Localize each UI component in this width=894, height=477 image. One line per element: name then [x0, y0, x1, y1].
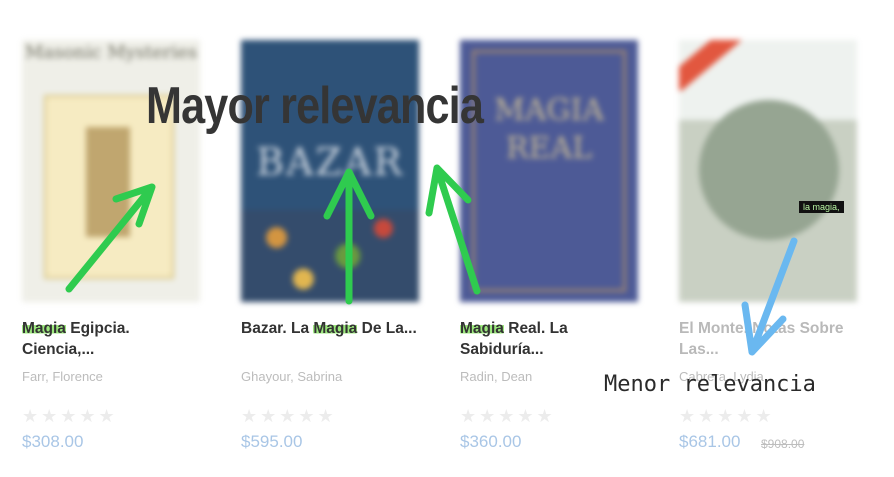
- green-arrow-icon: [425, 164, 481, 295]
- annotation-arrows: [65, 164, 798, 356]
- blue-arrow-icon: [741, 237, 798, 356]
- most-relevant-label: Mayor relevancia: [146, 77, 484, 135]
- green-arrow-icon: [65, 183, 156, 293]
- term-tag: la magia,: [799, 201, 844, 213]
- green-arrow-icon: [323, 168, 375, 305]
- least-relevant-label: Menor relevancia: [604, 372, 816, 397]
